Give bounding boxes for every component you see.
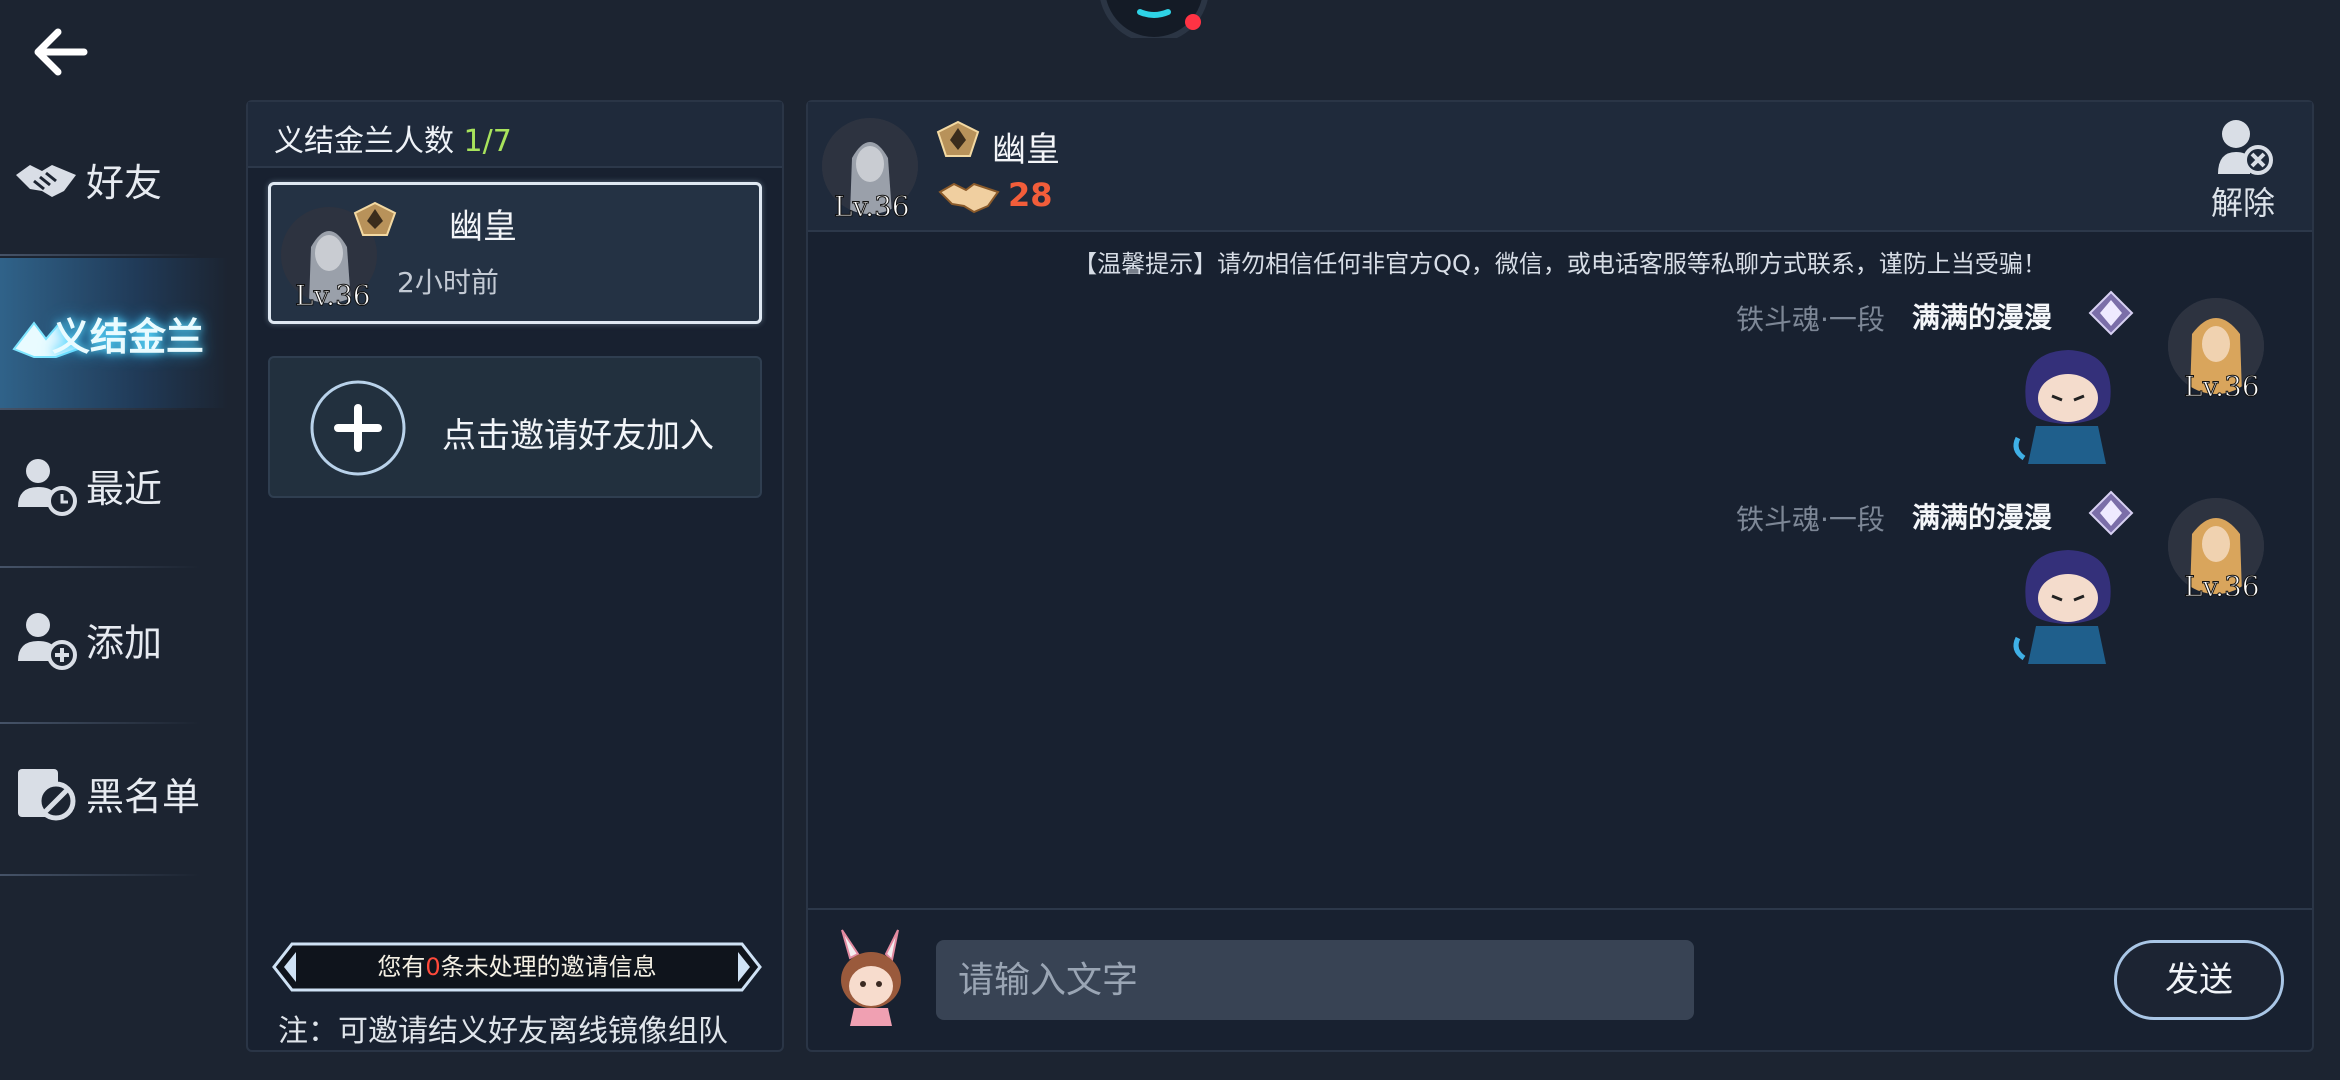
nav-label: 义结金兰: [52, 314, 205, 359]
handshake-icon: [16, 165, 76, 197]
nav-label: 最近: [86, 466, 163, 511]
sworn-count: 1/7: [463, 124, 512, 159]
friend-last-online: 2小时前: [397, 266, 499, 299]
panel-header: 义结金兰人数 1/7: [248, 102, 782, 168]
nav-item-blacklist[interactable]: 黑名单: [0, 718, 228, 868]
chat-panel: Lv.36 幽皇 28 解除 【温馨提示】请勿相信任何非官方QQ，微信，或电话客…: [806, 100, 2314, 1052]
level-label: Lv.36: [295, 279, 372, 313]
emoji-sticker-button[interactable]: [826, 928, 916, 1028]
nav-divider: [0, 874, 200, 876]
pending-suffix: 条未处理的邀请信息: [440, 953, 657, 981]
nav-item-friends[interactable]: 好友: [0, 104, 228, 254]
nav-label: 黑名单: [86, 774, 201, 819]
pending-count: 0: [425, 953, 441, 981]
safety-warning: 【温馨提示】请勿相信任何非官方QQ，微信，或电话客服等私聊方式联系，谨防上当受骗…: [1073, 250, 2047, 278]
nav-label: 添加: [86, 620, 163, 665]
sender-rank: 铁斗魂·一段: [1736, 503, 1885, 536]
dissolve-button[interactable]: 解除: [2188, 114, 2298, 224]
input-divider: [808, 908, 2312, 910]
back-button[interactable]: [28, 20, 92, 84]
side-nav: 好友 义结金兰 最近 添加 黑名单: [0, 104, 228, 884]
nav-label: 好友: [86, 160, 163, 205]
rank-diamond-icon: [2088, 490, 2134, 536]
user-block-icon: [18, 769, 76, 821]
voice-indicator-icon[interactable]: [1095, 0, 1213, 43]
nav-item-recent[interactable]: 最近: [0, 410, 228, 560]
user-remove-icon: [2218, 120, 2273, 175]
user-clock-icon: [18, 459, 77, 516]
chat-header: Lv.36 幽皇 28 解除: [808, 102, 2312, 232]
dissolve-label: 解除: [2210, 184, 2275, 222]
invite-label: 点击邀请好友加入: [442, 416, 714, 456]
friend-name: 幽皇: [449, 207, 517, 247]
rank-diamond-icon: [2088, 290, 2134, 336]
level-label: Lv.36: [2184, 370, 2261, 404]
nav-item-sworn-brothers[interactable]: 义结金兰: [0, 258, 228, 408]
sworn-friend-card[interactable]: Lv.36 幽皇 2小时前: [268, 182, 762, 324]
plus-circle-icon: [310, 380, 406, 476]
sworn-list-panel: 义结金兰人数 1/7 Lv.36 幽皇 2小时前 点击邀请好友加入 您有0条未处…: [246, 100, 784, 1052]
chat-partner-name: 幽皇: [992, 130, 1060, 170]
bunny-emoji-icon: [841, 929, 901, 1026]
nav-divider: [0, 254, 200, 256]
intimacy-value: 28: [1008, 176, 1053, 214]
pending-invites-banner[interactable]: 您有0条未处理的邀请信息: [272, 942, 762, 992]
pending-prefix: 您有: [377, 953, 426, 981]
level-label: Lv.36: [2184, 570, 2261, 604]
sworn-count-title: 义结金兰人数 1/7: [274, 116, 512, 160]
rank-emblem-icon: [936, 120, 980, 157]
invite-friend-button[interactable]: 点击邀请好友加入: [268, 356, 762, 498]
send-button[interactable]: 发送: [2114, 940, 2284, 1020]
offline-team-note: 注：可邀请结义好友离线镜像组队: [278, 1014, 728, 1049]
chat-input[interactable]: [936, 940, 1694, 1020]
rank-emblem-icon: [353, 201, 397, 236]
sworn-title-text: 义结金兰人数: [274, 124, 454, 159]
intimacy-handshake-icon: [938, 182, 1000, 214]
pending-invites-text: 您有0条未处理的邀请信息: [272, 942, 762, 992]
sender-name: 满满的漫漫: [1912, 301, 2053, 334]
back-arrow-icon: [34, 28, 88, 76]
chibi-sticker-icon: [2013, 350, 2111, 464]
sender-name: 满满的漫漫: [1912, 501, 2053, 534]
sender-rank: 铁斗魂·一段: [1736, 303, 1885, 336]
nav-item-add[interactable]: 添加: [0, 564, 228, 714]
level-label: Lv.36: [834, 190, 911, 224]
chibi-sticker-icon: [2013, 550, 2111, 664]
user-add-icon: [18, 613, 77, 670]
